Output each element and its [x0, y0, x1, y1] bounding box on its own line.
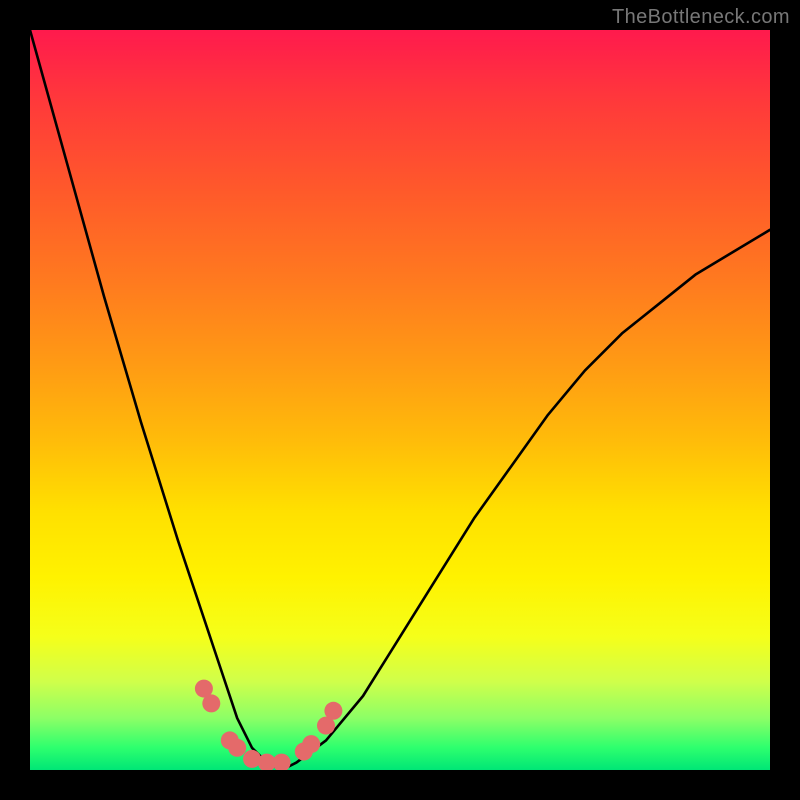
marker-dot: [302, 735, 320, 753]
watermark-text: TheBottleneck.com: [612, 6, 790, 29]
chart-container: TheBottleneck.com: [0, 0, 800, 800]
marker-dot: [202, 694, 220, 712]
bottleneck-curve-line: [30, 30, 770, 770]
marker-dot: [324, 702, 342, 720]
curve-markers: [195, 680, 343, 770]
plot-area: [30, 30, 770, 770]
chart-svg: [30, 30, 770, 770]
marker-dot: [273, 754, 291, 770]
marker-dot: [228, 739, 246, 757]
